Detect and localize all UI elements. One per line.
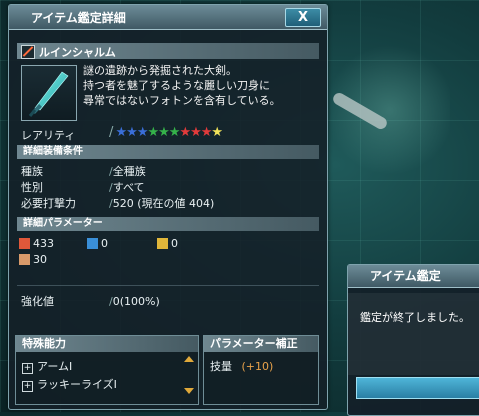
divider	[17, 285, 319, 286]
item-appraisal-detail-window: アイテム鑑定詳細 X ルインシャルム 謎の遺跡から発掘された大剣。 持つ者を魅了…	[8, 4, 328, 410]
tech-attack-icon	[157, 238, 168, 249]
ability-name: アームI	[37, 360, 73, 373]
rarity-star-icon: ★	[158, 125, 170, 140]
dialog-body	[348, 293, 479, 375]
requirements-header: 詳細装備条件	[17, 145, 319, 159]
attack-param: 433	[19, 237, 54, 250]
parameter-bonus-panel: パラメーター補正 技量 (+10)	[203, 335, 319, 405]
enhance-label: 強化値	[21, 295, 54, 308]
bonus-stat: 技量	[210, 360, 232, 373]
sword-category-icon	[21, 45, 35, 59]
close-button[interactable]: X	[285, 8, 321, 27]
requirement-row: 性別/すべて	[21, 181, 145, 194]
item-thumbnail	[21, 65, 77, 121]
requirement-value: すべて	[112, 181, 145, 194]
item-name: ルインシャルム	[39, 46, 116, 59]
requirement-label: 種族	[21, 165, 43, 178]
rarity-star-icon: ★	[211, 125, 223, 140]
rarity-label: レアリティ	[21, 129, 76, 142]
rarity-star-icon: ★	[136, 125, 149, 140]
bonus-value: (+10)	[241, 360, 274, 373]
defense-value: 30	[33, 253, 47, 266]
requirement-value: 520 (現在の値 404)	[112, 197, 215, 210]
item-name-bar: ルインシャルム	[17, 43, 319, 59]
ok-button[interactable]	[356, 377, 479, 399]
rarity-star-icon: ★	[115, 125, 128, 140]
defense-icon	[19, 254, 30, 265]
expand-icon[interactable]: +	[22, 363, 33, 374]
dialog-title: アイテム鑑定	[348, 265, 479, 288]
requirement-row: 種族/全種族	[21, 165, 146, 178]
description-line: 謎の遺跡から発掘された大剣。	[83, 64, 237, 77]
appraisal-dialog: アイテム鑑定 鑑定が終了しました。	[347, 264, 479, 416]
parameters-header: 詳細パラメーター	[17, 217, 319, 231]
rarity-star-icon: ★	[200, 125, 213, 140]
ability-name: ラッキーライズI	[37, 378, 117, 391]
rarity-star-icon: ★	[179, 125, 191, 140]
defense-param: 30	[19, 253, 47, 266]
scroll-down-icon[interactable]	[184, 388, 194, 394]
attack-value: 433	[33, 237, 54, 250]
parameter-bonus-header: パラメーター補正	[204, 336, 318, 352]
rarity-star-icon: ★	[190, 125, 202, 140]
requirement-row: 必要打撃力/520 (現在の値 404)	[21, 197, 215, 210]
greatsword-icon	[28, 71, 69, 117]
ability-item[interactable]: + ラッキーライズI	[22, 376, 117, 392]
description-line: 持つ者を魅了するような麗しい刀身に	[83, 79, 270, 92]
requirement-value: 全種族	[112, 165, 146, 178]
ability-item[interactable]: + アームI	[22, 358, 72, 374]
scroll-up-icon[interactable]	[184, 356, 194, 362]
window-title: アイテム鑑定詳細	[31, 11, 126, 25]
melee-attack-icon	[19, 238, 30, 249]
enhance-value: 0(100%)	[112, 295, 160, 308]
rarity-star-icon: ★	[168, 125, 181, 140]
special-abilities-header: 特殊能力	[16, 336, 198, 352]
description-line: 尋常ではないフォトンを含有している。	[83, 94, 281, 107]
expand-icon[interactable]: +	[22, 381, 33, 392]
ranged-param: 0	[87, 237, 108, 250]
ranged-value: 0	[101, 237, 108, 250]
bonus-row: 技量 (+10)	[210, 358, 273, 374]
enhance-row: 強化値/0(100%)	[21, 295, 160, 308]
requirement-label: 性別	[21, 181, 43, 194]
requirement-label: 必要打撃力	[21, 197, 76, 210]
window-titlebar: アイテム鑑定詳細 X	[9, 5, 327, 30]
special-abilities-panel: 特殊能力 + アームI + ラッキーライズI	[15, 335, 199, 405]
tech-param: 0	[157, 237, 178, 250]
ranged-attack-icon	[87, 238, 98, 249]
dialog-message: 鑑定が終了しました。	[360, 311, 470, 324]
item-description: 謎の遺跡から発掘された大剣。 持つ者を魅了するような麗しい刀身に 尋常ではないフ…	[83, 63, 319, 108]
tech-value: 0	[171, 237, 178, 250]
rarity-star-icon: ★	[147, 125, 159, 140]
rarity-stars: / ★★★★★★★★★★	[109, 125, 223, 140]
rarity-star-icon: ★	[126, 125, 138, 140]
